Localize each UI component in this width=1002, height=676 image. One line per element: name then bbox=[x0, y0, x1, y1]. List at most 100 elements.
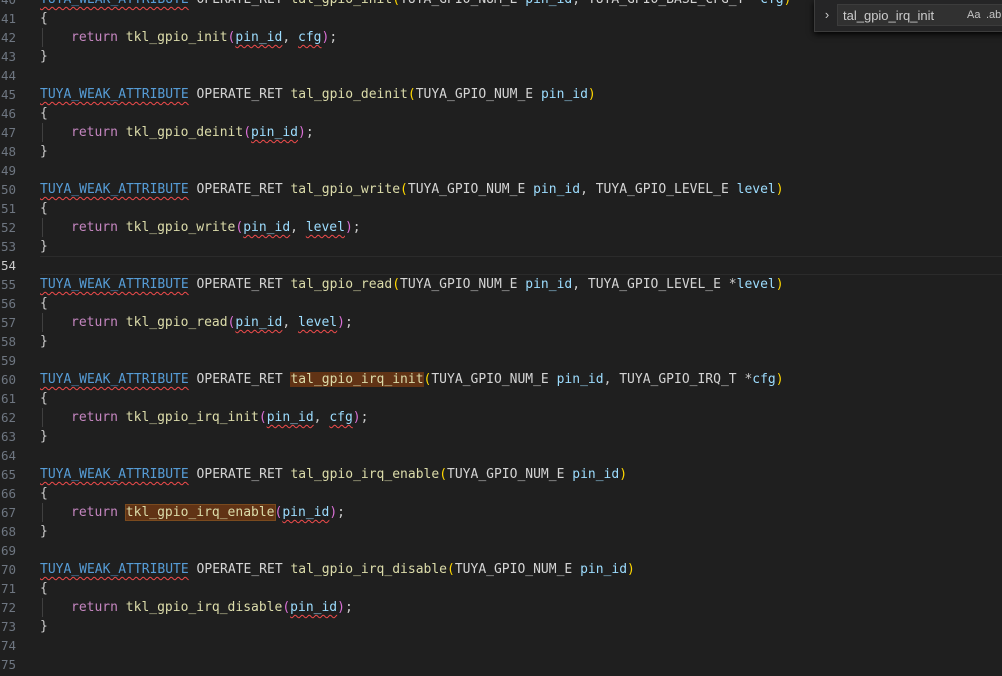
paren-token: ) bbox=[775, 372, 784, 387]
brace: { bbox=[40, 391, 48, 406]
code-line[interactable]: 71 { bbox=[0, 579, 1002, 598]
match-case-button[interactable]: Aa bbox=[965, 7, 982, 23]
line-number: 66 bbox=[0, 486, 16, 501]
param-type: TUYA_GPIO_LEVEL_E bbox=[595, 182, 729, 197]
line-number: 46 bbox=[0, 106, 16, 121]
type-token: OPERATE_RET bbox=[197, 0, 283, 7]
code-line[interactable]: 63} bbox=[0, 427, 1002, 446]
paren-token: ) bbox=[352, 410, 361, 425]
brace: { bbox=[40, 106, 48, 121]
param-name: pin_id bbox=[580, 562, 628, 577]
brace: } bbox=[40, 239, 48, 254]
paren-token: ( bbox=[407, 87, 416, 102]
paren-token: ) bbox=[784, 0, 792, 7]
code-line[interactable]: 60 TUYA_WEAK_ATTRIBUTE OPERATE_RET tal_gp… bbox=[0, 370, 1002, 389]
macro-token: TUYA_WEAK_ATTRIBUTE bbox=[40, 372, 189, 387]
code-line[interactable]: 58} bbox=[0, 332, 1002, 351]
function-name: tal_gpio_irq_init bbox=[290, 372, 424, 387]
function-name: tal_gpio_write bbox=[290, 182, 401, 197]
param-type: TUYA_GPIO_NUM_E bbox=[454, 562, 573, 577]
code-line[interactable]: 69 bbox=[0, 541, 1002, 560]
line-content: { bbox=[40, 389, 48, 408]
function-name: tal_gpio_init bbox=[290, 0, 392, 7]
code-line[interactable]: 46 { bbox=[0, 104, 1002, 123]
type-token: OPERATE_RET bbox=[196, 87, 283, 102]
type-token: OPERATE_RET bbox=[196, 182, 283, 197]
code-line[interactable]: 66 { bbox=[0, 484, 1002, 503]
code-line[interactable]: 44 bbox=[0, 66, 1002, 85]
code-line[interactable]: 75 bbox=[0, 655, 1002, 674]
argument: cfg bbox=[298, 30, 322, 45]
code-line[interactable]: 43} bbox=[0, 47, 1002, 66]
macro-token: TUYA_WEAK_ATTRIBUTE bbox=[40, 277, 189, 292]
line-number: 70 bbox=[0, 562, 16, 577]
return-keyword: return bbox=[71, 600, 118, 615]
line-content: TUYA_WEAK_ATTRIBUTE OPERATE_RET tal_gpio… bbox=[40, 372, 784, 387]
find-query: tal_gpio_irq_init bbox=[843, 8, 935, 23]
line-number: 43 bbox=[0, 49, 16, 64]
param-name: pin_id bbox=[525, 277, 573, 292]
line-number: 75 bbox=[0, 657, 16, 672]
code-line[interactable]: 64 bbox=[0, 446, 1002, 465]
code-line[interactable]: 57 return tkl_gpio_read(pin_id, level); bbox=[0, 313, 1002, 332]
line-number: 51 bbox=[0, 201, 16, 216]
line-number: 68 bbox=[0, 524, 16, 539]
line-number: 57 bbox=[0, 315, 16, 330]
code-line[interactable]: 54 bbox=[0, 256, 1002, 275]
line-number: 50 bbox=[0, 182, 16, 197]
code-line[interactable]: 59 bbox=[0, 351, 1002, 370]
type-token: OPERATE_RET bbox=[196, 372, 283, 387]
line-number: 41 bbox=[0, 11, 16, 26]
call-name: tkl_gpio_irq_disable bbox=[125, 600, 283, 615]
param-type: TUYA_GPIO_NUM_E bbox=[400, 0, 517, 7]
line-number: 61 bbox=[0, 391, 16, 406]
code-line[interactable]: 67 return tkl_gpio_irq_enable(pin_id); bbox=[0, 503, 1002, 522]
code-line[interactable]: 53} bbox=[0, 237, 1002, 256]
line-number: 65 bbox=[0, 467, 16, 482]
line-number: 63 bbox=[0, 429, 16, 444]
line-content: return tkl_gpio_read(pin_id, level); bbox=[71, 315, 353, 330]
code-line[interactable]: 73} bbox=[0, 617, 1002, 636]
code-line[interactable]: 52 return tkl_gpio_write(pin_id, level); bbox=[0, 218, 1002, 237]
line-content: } bbox=[40, 237, 48, 256]
code-line[interactable]: 72 return tkl_gpio_irq_disable(pin_id); bbox=[0, 598, 1002, 617]
line-number: 64 bbox=[0, 448, 16, 463]
code-line[interactable]: 50 TUYA_WEAK_ATTRIBUTE OPERATE_RET tal_gp… bbox=[0, 180, 1002, 199]
code-line[interactable]: 48} bbox=[0, 142, 1002, 161]
type-token: OPERATE_RET bbox=[196, 562, 283, 577]
paren-token: ( bbox=[447, 562, 455, 577]
code-line[interactable]: 68} bbox=[0, 522, 1002, 541]
code-line[interactable]: 45 TUYA_WEAK_ATTRIBUTE OPERATE_RET tal_gp… bbox=[0, 85, 1002, 104]
code-line[interactable]: 62 return tkl_gpio_irq_init(pin_id, cfg); bbox=[0, 408, 1002, 427]
code-line[interactable]: 56 { bbox=[0, 294, 1002, 313]
code-line[interactable]: 65 TUYA_WEAK_ATTRIBUTE OPERATE_RET tal_gp… bbox=[0, 465, 1002, 484]
code-line[interactable]: 47 return tkl_gpio_deinit(pin_id); bbox=[0, 123, 1002, 142]
chevron-right-icon[interactable]: › bbox=[819, 6, 835, 24]
whole-word-button[interactable]: .ab. bbox=[984, 7, 1002, 23]
line-number: 42 bbox=[0, 30, 16, 45]
type-token: OPERATE_RET bbox=[196, 277, 283, 292]
param-name: pin_id bbox=[540, 87, 588, 102]
line-number: 54 bbox=[0, 258, 16, 273]
code-line[interactable]: 51 { bbox=[0, 199, 1002, 218]
paren-token: ( bbox=[439, 467, 448, 482]
code-editor[interactable]: 40 TUYA_WEAK_ATTRIBUTE OPERATE_RET tal_gp… bbox=[0, 0, 1002, 674]
code-line[interactable]: 55 TUYA_WEAK_ATTRIBUTE OPERATE_RET tal_gp… bbox=[0, 275, 1002, 294]
call-name: tkl_gpio_deinit bbox=[125, 125, 244, 140]
paren-token: ( bbox=[282, 600, 291, 615]
code-line[interactable]: 70 TUYA_WEAK_ATTRIBUTE OPERATE_RET tal_gp… bbox=[0, 560, 1002, 579]
paren-token: ( bbox=[392, 277, 401, 292]
param-name: pin_id bbox=[556, 372, 604, 387]
code-line[interactable]: 74 bbox=[0, 636, 1002, 655]
call-name: tkl_gpio_init bbox=[125, 30, 228, 45]
brace: } bbox=[40, 144, 48, 159]
param-name: level bbox=[736, 277, 776, 292]
call-name: tkl_gpio_write bbox=[125, 220, 236, 235]
return-keyword: return bbox=[71, 505, 118, 520]
macro-token: TUYA_WEAK_ATTRIBUTE bbox=[40, 562, 189, 577]
find-input[interactable]: tal_gpio_irq_init Aa .ab. bbox=[837, 4, 1002, 26]
line-content: } bbox=[40, 142, 48, 161]
code-line[interactable]: 49 bbox=[0, 161, 1002, 180]
paren-token: ( bbox=[243, 125, 252, 140]
code-line[interactable]: 61 { bbox=[0, 389, 1002, 408]
